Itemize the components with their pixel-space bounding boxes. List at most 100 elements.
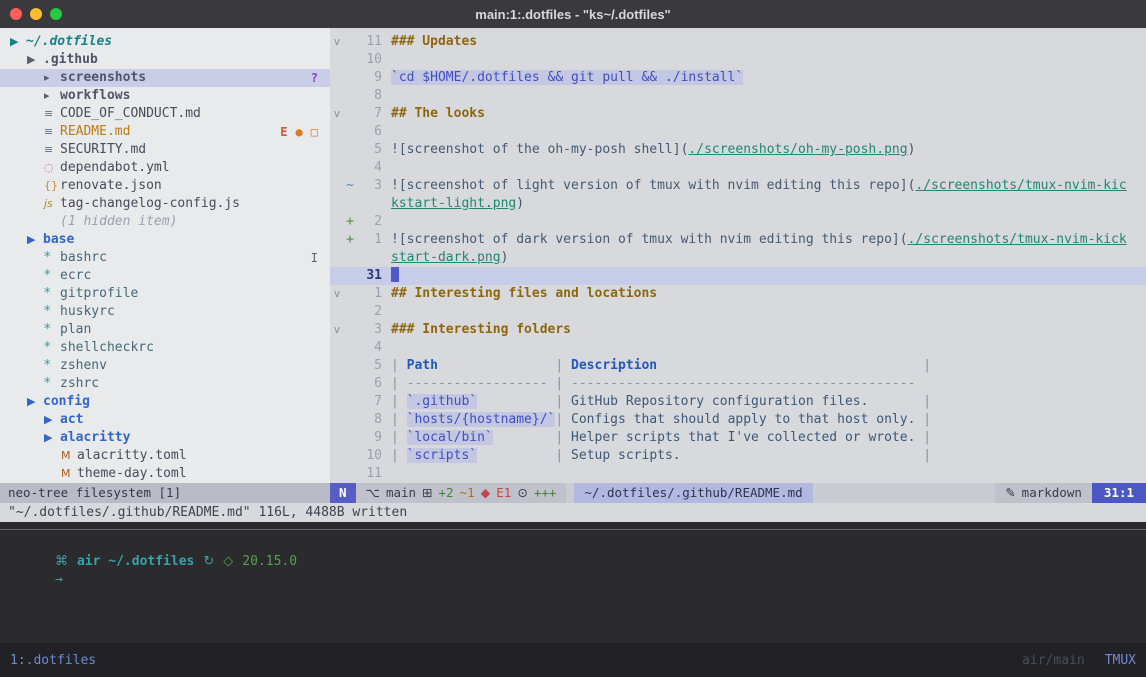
tree-item--1-hidden-item-[interactable]: (1 hidden item): [0, 213, 330, 231]
cursor-position: 31:1: [1092, 483, 1146, 503]
tree-item-label: README.md: [60, 123, 130, 141]
editor-line[interactable]: 8| `hosts/{hostname}/`| Configs that sho…: [330, 411, 1146, 429]
editor-line[interactable]: 6| ------------------ | ----------------…: [330, 375, 1146, 393]
editor-line[interactable]: start-dark.png): [330, 249, 1146, 267]
fold-marker: v: [330, 321, 344, 339]
git-sign: [344, 303, 356, 321]
line-number: 10: [356, 51, 382, 69]
tree-item-ecrc[interactable]: *ecrc: [0, 267, 330, 285]
git-sign: [344, 195, 356, 213]
tree-item-workflows[interactable]: ▸workflows: [0, 87, 330, 105]
tree-item-huskyrc[interactable]: *huskyrc: [0, 303, 330, 321]
text-segment: |: [923, 412, 931, 427]
star-icon: *: [44, 303, 60, 321]
editor-line[interactable]: v11### Updates: [330, 33, 1146, 51]
tree-item-config[interactable]: ▶config: [0, 393, 330, 411]
tmux-window-name[interactable]: 1:.dotfiles: [10, 653, 96, 668]
tree-item-readme.md[interactable]: ≡README.mdE●□: [0, 123, 330, 141]
tree-item-.github[interactable]: ▶.github: [0, 51, 330, 69]
tree-item-label: workflows: [60, 87, 130, 105]
tree-item-alacritty[interactable]: ▶alacritty: [0, 429, 330, 447]
line-text: [391, 267, 399, 285]
close-button[interactable]: [10, 8, 22, 20]
folder-icon: ▸: [44, 69, 60, 87]
editor-line[interactable]: 4: [330, 159, 1146, 177]
text-segment: [477, 394, 555, 409]
text-segment: |: [391, 358, 407, 373]
editor-lines: v11### Updates109`cd $HOME/.dotfiles && …: [330, 33, 1146, 483]
prompt-arrow: →: [55, 572, 63, 587]
tree-item-zshenv[interactable]: *zshenv: [0, 357, 330, 375]
line-text: | `.github` | GitHub Repository configur…: [391, 393, 931, 411]
json-icon: {}: [44, 177, 60, 195]
tree-item-bashrc[interactable]: *bashrcI: [0, 249, 330, 267]
filepath-segment: ~/.dotfiles/.github/README.md: [574, 483, 812, 503]
editor-line[interactable]: v1## Interesting files and locations: [330, 285, 1146, 303]
tree-item--.dotfiles[interactable]: ▶~/.dotfiles: [0, 33, 330, 51]
editor-line[interactable]: 8: [330, 87, 1146, 105]
editor-line[interactable]: +2: [330, 213, 1146, 231]
zoom-button[interactable]: [50, 8, 62, 20]
tree-item-gitprofile[interactable]: *gitprofile: [0, 285, 330, 303]
text-segment: ## The looks: [391, 106, 485, 121]
editor-line[interactable]: 6: [330, 123, 1146, 141]
line-text: | `scripts` | Setup scripts. |: [391, 447, 931, 465]
editor-line[interactable]: 10| `scripts` | Setup scripts. |: [330, 447, 1146, 465]
editor-line[interactable]: 11: [330, 465, 1146, 483]
line-number: 2: [356, 303, 382, 321]
tree-item-code-of-conduct.md[interactable]: ≡CODE_OF_CONDUCT.md: [0, 105, 330, 123]
star-icon: *: [44, 321, 60, 339]
branch-icon: ⌥: [366, 483, 380, 503]
editor-line[interactable]: 5![screenshot of the oh-my-posh shell](.…: [330, 141, 1146, 159]
editor-line[interactable]: v7## The looks: [330, 105, 1146, 123]
traffic-lights: [10, 8, 62, 20]
line-number: 8: [356, 411, 382, 429]
editor-pane[interactable]: v11### Updates109`cd $HOME/.dotfiles && …: [330, 28, 1146, 483]
tree-item-act[interactable]: ▶act: [0, 411, 330, 429]
git-sign: [344, 159, 356, 177]
editor-line[interactable]: 9`cd $HOME/.dotfiles && git pull && ./in…: [330, 69, 1146, 87]
git-sign: [344, 465, 356, 483]
tree-item-tag-changelog-config.js[interactable]: jstag-changelog-config.js: [0, 195, 330, 213]
editor-line[interactable]: kstart-light.png): [330, 195, 1146, 213]
line-text: ![screenshot of light version of tmux wi…: [391, 177, 1127, 195]
text-segment: [681, 448, 924, 463]
tree-item-renovate.json[interactable]: {}renovate.json: [0, 177, 330, 195]
line-number: 7: [356, 393, 382, 411]
editor-line[interactable]: ~3![screenshot of light version of tmux …: [330, 177, 1146, 195]
tree-item-dependabot.yml[interactable]: ◌dependabot.yml: [0, 159, 330, 177]
line-number: 2: [356, 213, 382, 231]
text-segment: GitHub Repository configuration files.: [571, 394, 868, 409]
editor-line[interactable]: 10: [330, 51, 1146, 69]
tree-item-shellcheckrc[interactable]: *shellcheckrc: [0, 339, 330, 357]
tree-item-theme-day.toml[interactable]: Mtheme-day.toml: [0, 465, 330, 483]
tree-item-badges: I: [311, 249, 318, 267]
line-number: 11: [356, 33, 382, 51]
editor-line[interactable]: 7 | `.github` | GitHub Repository configu…: [330, 393, 1146, 411]
editor-line[interactable]: 4: [330, 339, 1146, 357]
tree-item-plan[interactable]: *plan: [0, 321, 330, 339]
editor-line[interactable]: 31: [330, 267, 1146, 285]
editor-line[interactable]: 5| Path | Description |: [330, 357, 1146, 375]
status-badge: ●: [296, 123, 303, 141]
editor-line[interactable]: +1![screenshot of dark version of tmux w…: [330, 231, 1146, 249]
command-message-line: "~/.dotfiles/.github/README.md" 116L, 44…: [0, 503, 1146, 522]
line-text: start-dark.png): [391, 249, 508, 267]
editor-line[interactable]: v3### Interesting folders: [330, 321, 1146, 339]
tree-item-label: huskyrc: [60, 303, 115, 321]
line-number: [356, 249, 382, 267]
tree-item-base[interactable]: ▶base: [0, 231, 330, 249]
minimize-button[interactable]: [30, 8, 42, 20]
editor-line[interactable]: 9| `local/bin` | Helper scripts that I'v…: [330, 429, 1146, 447]
tree-item-zshrc[interactable]: *zshrc: [0, 375, 330, 393]
tree-item-screenshots[interactable]: ▸screenshots?: [0, 69, 330, 87]
file-tree-panel[interactable]: ▶~/.dotfiles▶.github▸screenshots?▸workfl…: [0, 28, 330, 483]
text-segment: [493, 430, 556, 445]
line-number: 3: [356, 177, 382, 195]
editor-line[interactable]: 2: [330, 303, 1146, 321]
shell-pane[interactable]: ⌘air ~/.dotfiles↻◇20.15.0 →: [0, 522, 1146, 643]
tree-item-security.md[interactable]: ≡SECURITY.md: [0, 141, 330, 159]
text-segment: Description: [571, 358, 657, 373]
line-number: 7: [356, 105, 382, 123]
tree-item-alacritty.toml[interactable]: Malacritty.toml: [0, 447, 330, 465]
